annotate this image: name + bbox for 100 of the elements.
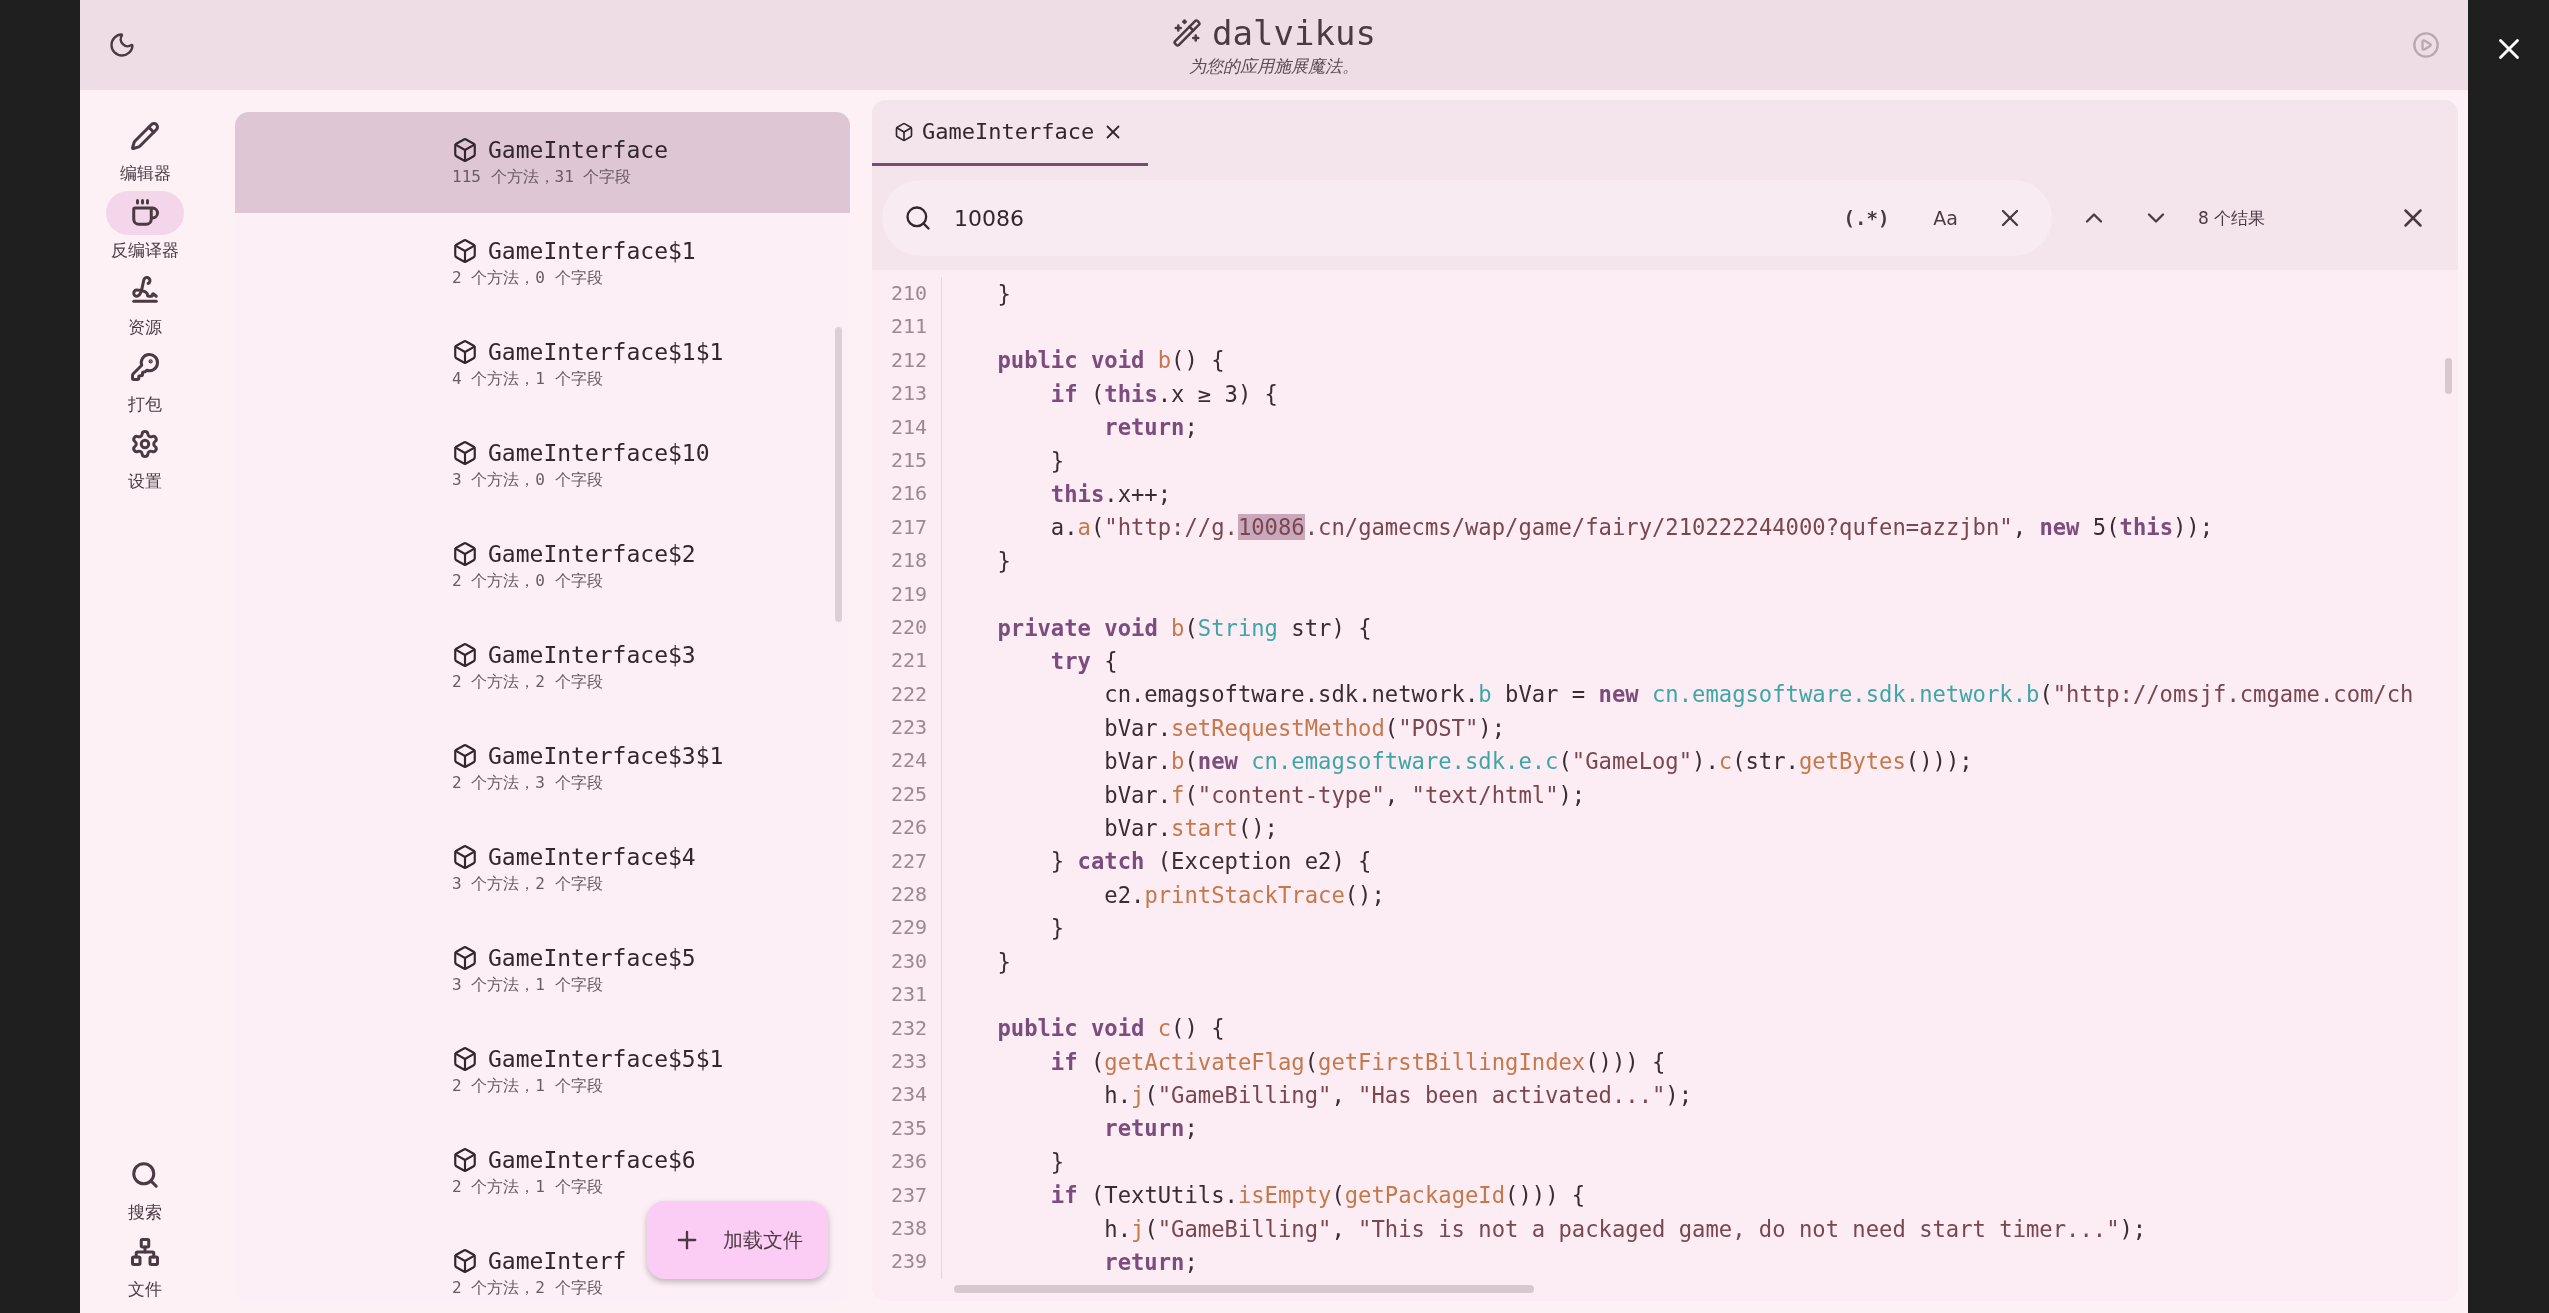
code-line: h.j("GameBilling", "This is not a packaged game, do not need start timer...");: [1103, 1215, 2147, 1242]
horizontal-scrollbar-thumb[interactable]: [954, 1285, 1534, 1293]
class-item[interactable]: GameInterface$5$1 2 个方法，1 个字段: [452, 1046, 724, 1097]
class-info: 2 个方法，0 个字段: [452, 268, 604, 289]
code-line: if (TextUtils.isEmpty(getPackageId())) {: [1049, 1182, 1586, 1209]
line-number: 220: [872, 610, 942, 645]
class-item[interactable]: GameInterface$10 3 个方法，0 个字段: [452, 440, 710, 491]
class-info: 2 个方法，2 个字段: [452, 672, 604, 693]
load-file-button[interactable]: 加载文件: [647, 1201, 828, 1279]
class-name: GameInterface$2: [488, 541, 696, 567]
class-item[interactable]: GameInterface$2 2 个方法，0 个字段: [452, 541, 696, 592]
line-number: 237: [872, 1178, 942, 1212]
app-title: dalvikus: [1212, 12, 1376, 53]
code-line: }: [1049, 1148, 1065, 1175]
class-item[interactable]: GameInterface$5 3 个方法，1 个字段: [452, 945, 696, 996]
line-number: 228: [872, 878, 942, 912]
class-name: GameInterface$4: [488, 844, 696, 870]
cube-icon: [452, 642, 478, 668]
line-number: 236: [872, 1145, 942, 1179]
class-info: 2 个方法，0 个字段: [452, 571, 604, 592]
cube-icon: [452, 743, 478, 769]
line-number: 215: [872, 443, 942, 478]
line-number: 239: [872, 1245, 942, 1279]
line-number: 210: [872, 277, 942, 311]
class-item[interactable]: GameInterface$6 2 个方法，1 个字段: [452, 1147, 696, 1198]
class-item[interactable]: GameInterface$3$1 2 个方法，3 个字段: [452, 743, 724, 794]
file-tree-icon: [130, 1237, 160, 1267]
line-number: 223: [872, 711, 942, 745]
class-name: GameInterface$3$1: [488, 743, 724, 769]
nav-item[interactable]: 编辑器: [106, 114, 184, 185]
cube-icon: [452, 844, 478, 870]
class-item[interactable]: GameInterface$4 3 个方法，2 个字段: [452, 844, 696, 895]
nav-item[interactable]: 打包: [106, 345, 184, 416]
line-number: 225: [872, 777, 942, 812]
nav-label: 反编译器: [111, 239, 179, 262]
code-line: if (this.x ≥ 3) {: [1049, 380, 1278, 407]
class-name: GameInterface: [488, 137, 668, 163]
line-number: 216: [872, 477, 942, 511]
cube-icon: [452, 1248, 478, 1274]
match-case-toggle[interactable]: Aa: [1921, 201, 1970, 235]
code-line: cn.emagsoftware.sdk.network.b bVar = new cn.emagsoftware.sdk.network.b("http://omsjf.cmgame.com/ch: [1103, 681, 2414, 708]
class-item[interactable]: GameInterface$1$1 4 个方法，1 个字段: [452, 339, 724, 390]
line-number: 227: [872, 844, 942, 879]
code-line: try {: [1049, 648, 1118, 674]
class-info: 3 个方法，2 个字段: [452, 874, 604, 895]
class-name: GameInterface$6: [488, 1147, 696, 1173]
line-number: 211: [872, 310, 942, 344]
class-item[interactable]: GameInterface 115 个方法，31 个字段: [452, 137, 668, 188]
nav-item[interactable]: 资源: [106, 268, 184, 339]
code-line: public void c() {: [996, 1015, 1225, 1042]
cube-icon: [452, 440, 478, 466]
scrollbar-thumb[interactable]: [2445, 358, 2452, 394]
nav-item[interactable]: 搜索: [106, 1153, 184, 1224]
code-line: h.j("GameBilling", "Has been activated...");: [1103, 1082, 1693, 1109]
app-subtitle: 为您的应用施展魔法。: [1189, 54, 1359, 78]
class-info: 2 个方法，2 个字段: [452, 1278, 604, 1299]
class-info: 2 个方法，3 个字段: [452, 773, 604, 794]
line-number: 238: [872, 1211, 942, 1246]
nav-label: 资源: [128, 316, 162, 339]
nav-item[interactable]: 文件: [106, 1230, 184, 1301]
code-line: }: [996, 547, 1011, 574]
class-item[interactable]: GameInterface$3 2 个方法，2 个字段: [452, 642, 696, 693]
nav-item[interactable]: 反编译器: [106, 191, 184, 262]
pencil-icon: [130, 121, 160, 151]
nav-label: 搜索: [128, 1201, 162, 1224]
regex-toggle[interactable]: (.*): [1831, 201, 1902, 235]
code-line: } catch (Exception e2) {: [1049, 848, 1372, 875]
nav-label: 文件: [128, 1278, 162, 1301]
squiggle-icon: [130, 275, 160, 305]
line-number: 222: [872, 677, 942, 712]
class-item[interactable]: GameInterf 2 个方法，2 个字段: [452, 1248, 627, 1299]
code-line: e2.printStackTrace();: [1103, 881, 1385, 908]
class-name: GameInterf: [488, 1248, 627, 1274]
cube-icon: [452, 339, 478, 365]
class-name: GameInterface$3: [488, 642, 696, 668]
code-line: private void b(String str) {: [996, 614, 1372, 641]
cube-icon: [452, 541, 478, 567]
code-line: a.a("http://g.10086.cn/gamecms/wap/game/fairy/210222244000?qufen=azzjbn", new 5(this));: [1049, 514, 2214, 541]
search-icon: [130, 1160, 160, 1190]
code-line: public void b() {: [996, 347, 1225, 374]
search-field[interactable]: 10086 (.*) Aa: [882, 180, 2052, 256]
code-line: }: [1049, 447, 1065, 474]
line-number: 214: [872, 410, 942, 444]
class-name: GameInterface$1: [488, 238, 696, 264]
line-number: 218: [872, 544, 942, 578]
class-info: 3 个方法，0 个字段: [452, 470, 604, 491]
scrollbar-thumb[interactable]: [835, 327, 842, 622]
code-line: return;: [1103, 1249, 1198, 1275]
code-line: if (getActivateFlag(getFirstBillingIndex())) {: [1049, 1048, 1666, 1075]
line-number: 230: [872, 944, 942, 979]
nav-item[interactable]: 设置: [106, 422, 184, 493]
class-name: GameInterface$5$1: [488, 1046, 724, 1072]
class-item[interactable]: GameInterface$1 2 个方法，0 个字段: [452, 238, 696, 289]
code-line: }: [996, 948, 1011, 975]
code-line: bVar.start();: [1103, 814, 1278, 841]
settings-icon: [130, 429, 160, 459]
line-number: 233: [872, 1045, 942, 1079]
line-number: 235: [872, 1111, 942, 1146]
line-number: 212: [872, 343, 942, 378]
code-line: bVar.f("content-type", "text/html");: [1103, 781, 1586, 808]
